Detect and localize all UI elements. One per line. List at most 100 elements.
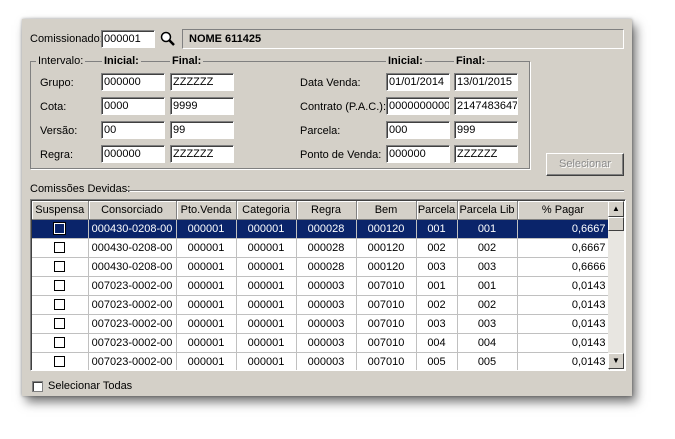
parcela-lib-cell: 002 [457, 238, 518, 258]
grupo-final-input[interactable]: ZZZZZZ [170, 73, 234, 91]
search-icon[interactable] [159, 30, 177, 48]
parcela-lib-cell: 003 [457, 314, 518, 334]
table-row[interactable]: 007023-0002-00 000001 000001 000003 0070… [32, 333, 610, 353]
bem-cell: 007010 [356, 352, 417, 370]
parcela-inicial-input[interactable]: 000 [386, 121, 450, 139]
suspensa-checkbox[interactable] [54, 318, 66, 330]
cota-inicial-input[interactable]: 0000 [101, 97, 165, 115]
vertical-scrollbar[interactable]: ▲ ▼ [608, 201, 624, 369]
pto-venda-cell: 000001 [176, 295, 237, 315]
regra-cell: 000003 [296, 295, 357, 315]
table-row[interactable]: 007023-0002-00 000001 000001 000003 0070… [32, 295, 610, 315]
parcela-cell: 001 [416, 219, 458, 239]
parcela-lib-cell: 004 [457, 333, 518, 353]
col-parcela-lib[interactable]: Parcela Lib [457, 201, 518, 220]
contrato-final-input[interactable]: 2147483647 [454, 97, 518, 115]
bem-cell: 000120 [356, 257, 417, 277]
table-row[interactable]: 000430-0208-00 000001 000001 000028 0001… [32, 257, 610, 277]
contrato-label: Contrato (P.A.C.): [300, 101, 386, 113]
final-header-right: Final: [454, 55, 488, 67]
comissoes-grid[interactable]: Suspensa Consorciado Pto.Venda Categoria… [30, 199, 626, 371]
bem-cell: 007010 [356, 333, 417, 353]
bem-cell: 007010 [356, 276, 417, 296]
suspensa-cell [32, 295, 89, 315]
parcela-final-input[interactable]: 999 [454, 121, 518, 139]
suspensa-checkbox[interactable] [54, 299, 66, 311]
ponto-venda-inicial-input[interactable]: 000000 [386, 145, 450, 163]
data-venda-final-input[interactable]: 13/01/2015 [454, 73, 518, 91]
col-pagar[interactable]: % Pagar [517, 201, 610, 220]
pto-venda-cell: 000001 [176, 314, 237, 334]
pagar-cell: 0,0143 [517, 352, 610, 370]
comissoes-title: Comissões Devidas: [30, 183, 131, 195]
col-categoria[interactable]: Categoria [236, 201, 297, 220]
table-row[interactable]: 000430-0208-00 000001 000001 000028 0001… [32, 219, 610, 239]
table-row[interactable]: 000430-0208-00 000001 000001 000028 0001… [32, 238, 610, 258]
suspensa-checkbox[interactable] [54, 280, 66, 292]
pagar-cell: 0,0143 [517, 333, 610, 353]
final-header-left: Final: [170, 55, 204, 67]
col-consorciado[interactable]: Consorciado [88, 201, 177, 220]
parcela-lib-cell: 001 [457, 219, 518, 239]
cota-label: Cota: [40, 101, 67, 113]
scroll-down-button[interactable]: ▼ [608, 353, 624, 369]
selecionar-todas-checkbox[interactable] [32, 381, 43, 392]
ponto-venda-final-input[interactable]: ZZZZZZ [454, 145, 518, 163]
regra-cell: 000028 [296, 238, 357, 258]
versao-label: Versão: [40, 125, 78, 137]
categoria-cell: 000001 [236, 295, 297, 315]
scroll-thumb[interactable] [608, 217, 624, 231]
col-pto-venda[interactable]: Pto.Venda [176, 201, 237, 220]
regra-cell: 000028 [296, 257, 357, 277]
pto-venda-cell: 000001 [176, 257, 237, 277]
selecionar-todas-label[interactable]: Selecionar Todas [48, 380, 132, 392]
regra-final-input[interactable]: ZZZZZZ [170, 145, 234, 163]
col-parcela[interactable]: Parcela [416, 201, 458, 220]
col-suspensa[interactable]: Suspensa [32, 201, 89, 220]
pagar-cell: 0,6666 [517, 257, 610, 277]
suspensa-cell [32, 333, 89, 353]
col-regra[interactable]: Regra [296, 201, 357, 220]
versao-final-input[interactable]: 99 [170, 121, 234, 139]
categoria-cell: 000001 [236, 276, 297, 296]
table-row[interactable]: 007023-0002-00 000001 000001 000003 0070… [32, 276, 610, 296]
parcela-cell: 005 [416, 352, 458, 370]
comissoes-divider [126, 190, 624, 192]
pto-venda-cell: 000001 [176, 333, 237, 353]
parcela-cell: 001 [416, 276, 458, 296]
pagar-cell: 0,6667 [517, 238, 610, 258]
grupo-inicial-input[interactable]: 000000 [101, 73, 165, 91]
parcela-cell: 002 [416, 238, 458, 258]
parcela-lib-cell: 002 [457, 295, 518, 315]
categoria-cell: 000001 [236, 314, 297, 334]
suspensa-checkbox[interactable] [54, 356, 66, 368]
pto-venda-cell: 000001 [176, 352, 237, 370]
suspensa-checkbox[interactable] [53, 222, 67, 236]
contrato-inicial-input[interactable]: 0000000000 [386, 97, 450, 115]
bem-cell: 000120 [356, 219, 417, 239]
consorciado-cell: 007023-0002-00 [88, 333, 177, 353]
nome-display: NOME 611425 [182, 29, 624, 49]
suspensa-cell [32, 257, 89, 277]
regra-inicial-input[interactable]: 000000 [101, 145, 165, 163]
bem-cell: 007010 [356, 314, 417, 334]
parcela-cell: 002 [416, 295, 458, 315]
table-row[interactable]: 007023-0002-00 000001 000001 000003 0070… [32, 314, 610, 334]
cota-final-input[interactable]: 9999 [170, 97, 234, 115]
inicial-header-left: Inicial: [102, 55, 141, 67]
suspensa-checkbox[interactable] [54, 242, 66, 254]
versao-inicial-input[interactable]: 00 [101, 121, 165, 139]
scroll-up-button[interactable]: ▲ [608, 201, 624, 217]
regra-label: Regra: [40, 149, 74, 161]
col-bem[interactable]: Bem [356, 201, 417, 220]
pto-venda-cell: 000001 [176, 219, 237, 239]
arrow-up-icon: ▲ [612, 204, 620, 213]
table-row[interactable]: 007023-0002-00 000001 000001 000003 0070… [32, 352, 610, 370]
comissoes-table: Suspensa Consorciado Pto.Venda Categoria… [32, 201, 610, 370]
comissionado-input[interactable]: 000001 [101, 30, 155, 48]
suspensa-checkbox[interactable] [54, 337, 66, 349]
selecionar-button[interactable]: Selecionar [546, 153, 624, 176]
data-venda-inicial-input[interactable]: 01/01/2014 [386, 73, 450, 91]
parcela-cell: 003 [416, 257, 458, 277]
suspensa-checkbox[interactable] [54, 261, 66, 273]
